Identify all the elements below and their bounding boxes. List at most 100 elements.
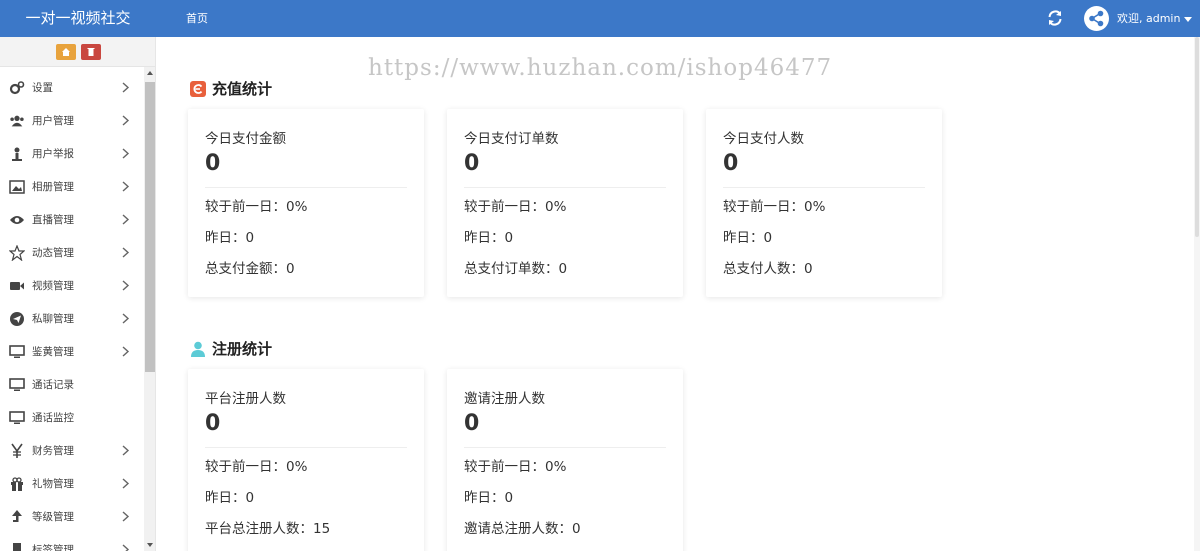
sidebar-item-call-records[interactable]: 通话记录 bbox=[0, 368, 144, 401]
card-value: 0 bbox=[464, 411, 480, 436]
sidebar-item-call-monitor[interactable]: 通话监控 bbox=[0, 401, 144, 434]
recharge-icon bbox=[190, 80, 206, 97]
recharge-title-text: 充值统计 bbox=[212, 80, 273, 98]
sidebar-item-label: 等级管理 bbox=[32, 511, 74, 523]
chevron-right-icon bbox=[122, 511, 130, 522]
card-value: 0 bbox=[205, 411, 221, 436]
home-icon bbox=[62, 48, 70, 56]
card-title: 邀请注册人数 bbox=[464, 391, 545, 407]
sidebar-item-finance[interactable]: 财务管理 bbox=[0, 434, 144, 467]
yen-icon bbox=[9, 443, 25, 459]
card-title: 平台注册人数 bbox=[205, 391, 286, 407]
user-report-icon bbox=[9, 146, 25, 162]
chevron-right-icon bbox=[122, 115, 130, 126]
send-icon bbox=[9, 311, 25, 327]
card-title: 今日支付订单数 bbox=[464, 131, 559, 147]
sidebar-item-label: 鉴黄管理 bbox=[32, 346, 74, 358]
card-compare: 较于前一日：0% bbox=[723, 199, 826, 215]
bookmark-icon bbox=[9, 542, 25, 551]
main-scroll-thumb[interactable] bbox=[1195, 37, 1199, 237]
sidebar-item-content-review[interactable]: 鉴黄管理 bbox=[0, 335, 144, 368]
sidebar-toolbar bbox=[0, 37, 155, 67]
main-content: https://www.huzhan.com/ishop46477 充值统计 今… bbox=[157, 37, 1200, 551]
trash-button[interactable] bbox=[81, 44, 101, 60]
sidebar-item-settings[interactable]: 设置 bbox=[0, 71, 144, 104]
stat-card-today-pay-amount: 今日支付金额 0 较于前一日：0% 昨日：0 总支付金额：0 bbox=[188, 109, 424, 297]
card-divider bbox=[723, 187, 925, 188]
sidebar-item-label: 视频管理 bbox=[32, 280, 74, 292]
card-value: 0 bbox=[464, 151, 480, 176]
chevron-right-icon bbox=[122, 280, 130, 291]
card-total: 总支付订单数：0 bbox=[464, 261, 568, 277]
scroll-up-arrow-icon[interactable] bbox=[147, 71, 153, 75]
stat-card-invite-registrations: 邀请注册人数 0 较于前一日：0% 昨日：0 邀请总注册人数：0 bbox=[447, 369, 683, 551]
sidebar-item-users[interactable]: 用户管理 bbox=[0, 104, 144, 137]
stat-card-platform-registrations: 平台注册人数 0 较于前一日：0% 昨日：0 平台总注册人数：15 bbox=[188, 369, 424, 551]
sidebar-menu: 设置 用户管理 用户举报 相册管理 直播管理 动态管理 视频管理 私聊管理 鉴黄… bbox=[0, 71, 144, 551]
sidebar-item-label: 动态管理 bbox=[32, 247, 74, 259]
card-yesterday: 昨日：0 bbox=[723, 230, 773, 246]
card-compare: 较于前一日：0% bbox=[205, 199, 308, 215]
register-section-title: 注册统计 bbox=[190, 338, 272, 359]
chevron-right-icon bbox=[122, 445, 130, 456]
welcome-text: 欢迎, admin bbox=[1117, 12, 1181, 25]
eye-icon bbox=[9, 212, 25, 228]
card-compare: 较于前一日：0% bbox=[205, 459, 308, 475]
caret-down-icon bbox=[1184, 16, 1193, 22]
main-scrollbar[interactable] bbox=[1194, 37, 1200, 551]
chevron-right-icon bbox=[122, 181, 130, 192]
sidebar-item-videos[interactable]: 视频管理 bbox=[0, 269, 144, 302]
scroll-down-arrow-icon[interactable] bbox=[147, 543, 153, 547]
level-up-icon bbox=[9, 509, 25, 525]
chevron-right-icon bbox=[122, 313, 130, 324]
card-compare: 较于前一日：0% bbox=[464, 199, 567, 215]
sidebar-item-label: 设置 bbox=[32, 82, 53, 94]
card-divider bbox=[205, 447, 407, 448]
sidebar-item-tags[interactable]: 标签管理 bbox=[0, 533, 144, 551]
sidebar-item-label: 通话监控 bbox=[32, 412, 74, 424]
sidebar-item-label: 私聊管理 bbox=[32, 313, 74, 325]
sidebar-item-label: 标签管理 bbox=[32, 544, 74, 551]
users-icon bbox=[9, 113, 25, 129]
sidebar-item-label: 用户管理 bbox=[32, 115, 74, 127]
user-icon bbox=[191, 341, 205, 357]
home-button[interactable] bbox=[56, 44, 76, 60]
sidebar-scroll-thumb[interactable] bbox=[145, 82, 155, 372]
card-title: 今日支付人数 bbox=[723, 131, 804, 147]
trash-icon bbox=[87, 48, 95, 56]
sidebar-item-moments[interactable]: 动态管理 bbox=[0, 236, 144, 269]
card-value: 0 bbox=[205, 151, 221, 176]
sidebar-item-live[interactable]: 直播管理 bbox=[0, 203, 144, 236]
refresh-icon[interactable] bbox=[1047, 10, 1063, 26]
star-icon bbox=[9, 244, 25, 261]
register-title-text: 注册统计 bbox=[212, 340, 273, 358]
card-value: 0 bbox=[723, 151, 739, 176]
card-yesterday: 昨日：0 bbox=[464, 490, 514, 506]
recharge-section-title: 充值统计 bbox=[190, 78, 272, 99]
card-divider bbox=[464, 447, 666, 448]
user-menu[interactable]: 欢迎, admin bbox=[1117, 0, 1193, 37]
sidebar-item-label: 相册管理 bbox=[32, 181, 74, 193]
avatar-share-icon[interactable] bbox=[1084, 6, 1109, 31]
sidebar-item-private-chat[interactable]: 私聊管理 bbox=[0, 302, 144, 335]
card-total: 邀请总注册人数：0 bbox=[464, 521, 581, 537]
sidebar-item-levels[interactable]: 等级管理 bbox=[0, 500, 144, 533]
sidebar-scrollbar[interactable] bbox=[144, 67, 155, 551]
sidebar-item-user-report[interactable]: 用户举报 bbox=[0, 137, 144, 170]
card-divider bbox=[464, 187, 666, 188]
watermark-text: https://www.huzhan.com/ishop46477 bbox=[368, 55, 833, 81]
brand-title[interactable]: 一对一视频社交 bbox=[0, 0, 156, 37]
sidebar-item-label: 用户举报 bbox=[32, 148, 74, 160]
image-icon bbox=[9, 179, 25, 195]
sidebar-item-gifts[interactable]: 礼物管理 bbox=[0, 467, 144, 500]
card-yesterday: 昨日：0 bbox=[464, 230, 514, 246]
card-compare: 较于前一日：0% bbox=[464, 459, 567, 475]
sidebar-item-label: 直播管理 bbox=[32, 214, 74, 226]
stat-card-today-pay-users: 今日支付人数 0 较于前一日：0% 昨日：0 总支付人数：0 bbox=[706, 109, 942, 297]
video-camera-icon bbox=[9, 278, 25, 294]
sidebar-item-albums[interactable]: 相册管理 bbox=[0, 170, 144, 203]
nav-home-link[interactable]: 首页 bbox=[186, 0, 208, 37]
chevron-right-icon bbox=[122, 247, 130, 258]
chevron-right-icon bbox=[122, 214, 130, 225]
sidebar-item-label: 财务管理 bbox=[32, 445, 74, 457]
